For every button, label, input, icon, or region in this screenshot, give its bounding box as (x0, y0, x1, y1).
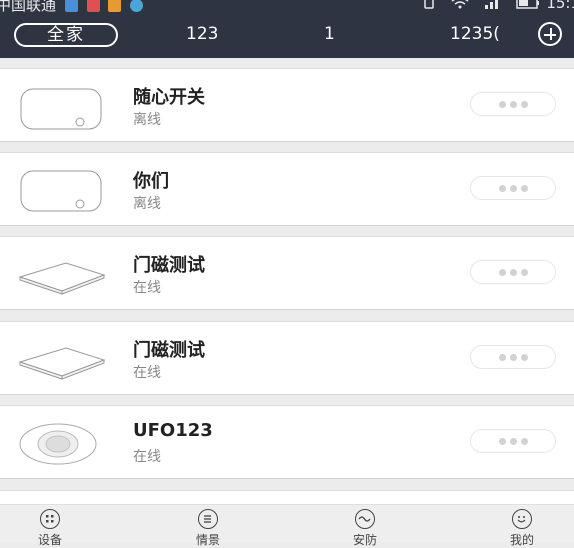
switch-device-icon (20, 88, 102, 130)
dot-icon (520, 437, 528, 445)
nav-security-label: 安防 (352, 533, 377, 547)
device-name: UFO123 (133, 420, 213, 441)
notification-icon (86, 0, 100, 12)
nav-scene[interactable]: 情景 (168, 509, 248, 548)
wifi-icon (450, 0, 470, 13)
battery-icon (515, 0, 542, 13)
bottom-nav: 设备 情景 安防 我的 (0, 504, 574, 547)
dot-icon (498, 353, 506, 361)
dot-icon (509, 100, 517, 108)
dot-icon (509, 437, 517, 445)
dot-icon (520, 353, 528, 361)
dot-icon (498, 100, 506, 108)
status-bar: 中国联通 15:1 (0, 0, 574, 14)
device-card-partial (0, 490, 574, 505)
device-card[interactable]: 门磁测试 在线 (0, 321, 574, 395)
nav-device-label: 设备 (37, 533, 62, 547)
notification-icon (108, 0, 122, 12)
dot-icon (520, 100, 528, 108)
device-name: 随心开关 (133, 87, 205, 108)
more-button[interactable] (470, 429, 556, 453)
nav-profile-label: 我的 (509, 533, 534, 547)
more-button[interactable] (470, 260, 556, 284)
device-card[interactable]: 门磁测试 在线 (0, 236, 574, 310)
device-card[interactable]: UFO123 在线 (0, 405, 574, 479)
device-status: 离线 (133, 112, 161, 128)
carrier-area: 中国联通 (0, 0, 144, 14)
notification-icon (64, 0, 78, 12)
device-name: 门磁测试 (133, 255, 205, 276)
dot-icon (509, 353, 517, 361)
status-right: 15:1 (413, 0, 574, 13)
door-sensor-icon (18, 262, 106, 295)
notification-icon (130, 0, 144, 12)
nav-device[interactable]: 设备 (10, 509, 90, 548)
nav-scene-label: 情景 (195, 533, 220, 547)
device-card[interactable]: 随心开关 离线 (0, 68, 574, 142)
profile-icon (512, 509, 532, 529)
dot-icon (520, 184, 528, 192)
more-button[interactable] (470, 176, 556, 200)
device-status: 离线 (133, 196, 161, 212)
status-time: 15:1 (546, 0, 574, 12)
room-tab-1[interactable]: 1 (324, 24, 335, 44)
more-button[interactable] (470, 92, 556, 116)
room-tab-123[interactable]: 123 (186, 24, 218, 44)
door-sensor-icon (18, 347, 106, 380)
all-home-button[interactable]: 全家 (14, 23, 118, 47)
dot-icon (509, 184, 517, 192)
device-status: 在线 (133, 449, 161, 465)
device-name: 你们 (133, 171, 169, 192)
vibrate-icon (421, 0, 437, 13)
device-status: 在线 (133, 365, 161, 381)
device-card[interactable]: 你们 离线 (0, 152, 574, 226)
carrier-label: 中国联通 (0, 0, 57, 14)
signal-icon (483, 0, 503, 13)
device-icon (40, 509, 60, 529)
switch-device-icon (20, 170, 102, 212)
more-button[interactable] (470, 345, 556, 369)
dot-icon (498, 268, 506, 276)
top-bar: 中国联通 15:1 全家 123 1 1235( (0, 0, 574, 58)
room-tab-1235[interactable]: 1235( (450, 24, 500, 44)
dot-icon (498, 184, 506, 192)
nav-security[interactable]: 安防 (325, 509, 405, 548)
scene-icon (198, 509, 218, 529)
nav-profile[interactable]: 我的 (482, 509, 562, 548)
dot-icon (509, 268, 517, 276)
add-icon[interactable] (538, 22, 562, 46)
dot-icon (520, 268, 528, 276)
security-icon (355, 509, 375, 529)
dot-icon (498, 437, 506, 445)
ufo-sensor-icon (19, 423, 97, 465)
device-name: 门磁测试 (133, 340, 205, 361)
device-status: 在线 (133, 280, 161, 296)
